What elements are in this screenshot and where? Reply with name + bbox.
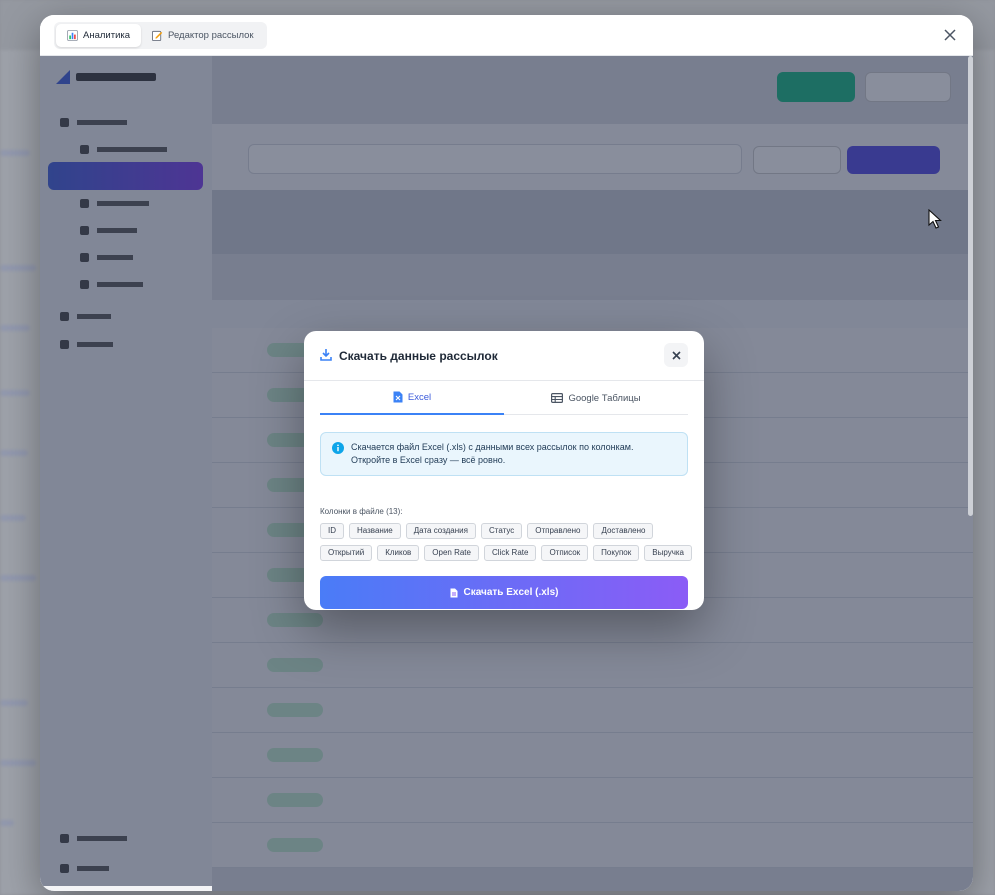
column-chip: ID xyxy=(320,523,344,539)
download-excel-button[interactable]: Скачать Excel (.xls) xyxy=(320,576,688,609)
column-chip: Выручка xyxy=(644,545,692,561)
download-modal: Скачать данные рассылок Excel Google Таб… xyxy=(304,331,704,610)
download-icon xyxy=(320,349,332,361)
vertical-scrollbar[interactable] xyxy=(968,56,973,516)
mouse-cursor-icon xyxy=(928,209,942,229)
column-chip: Дата создания xyxy=(405,523,476,539)
column-chip: Покупок xyxy=(593,545,640,561)
tab-google-sheets[interactable]: Google Таблицы xyxy=(504,381,688,415)
modal-header: Скачать данные рассылок xyxy=(304,331,704,381)
download-excel-label: Скачать Excel (.xls) xyxy=(463,587,559,598)
edit-icon xyxy=(152,30,163,41)
columns-row-1: ID Название Дата создания Статус Отправлено Д… xyxy=(320,523,654,539)
column-chip: Доставлено xyxy=(593,523,654,539)
tab-excel[interactable]: Excel xyxy=(320,381,504,415)
file-icon xyxy=(450,588,457,597)
window-title-bar: Аналитика Редактор рассылок xyxy=(40,15,973,56)
window-close-icon[interactable] xyxy=(941,26,959,44)
tab-google-sheets-label: Google Таблицы xyxy=(568,392,641,404)
tab-mail-editor[interactable]: Редактор рассылок xyxy=(141,24,265,47)
column-chip: Открытий xyxy=(320,545,373,561)
chart-icon xyxy=(67,30,78,41)
column-chip: Название xyxy=(349,523,401,539)
tab-analytics-label: Аналитика xyxy=(83,30,131,41)
tab-excel-label: Excel xyxy=(407,391,432,403)
column-chip: Отправлено xyxy=(527,523,589,539)
columns-label: Колонки в файле (13): xyxy=(320,507,403,516)
modal-title: Скачать данные рассылок xyxy=(339,349,498,363)
excel-file-icon xyxy=(393,391,403,403)
columns-row-2: Открытий Кликов Open Rate Click Rate Отписок… xyxy=(320,545,692,561)
close-icon xyxy=(671,350,681,360)
info-text-line2: Откройте в Excel сразу — всё ровно. xyxy=(351,455,506,465)
column-chip: Отписок xyxy=(541,545,589,561)
column-chip: Open Rate xyxy=(424,545,479,561)
tab-mail-editor-label: Редактор рассылок xyxy=(168,30,254,41)
app-window: Аналитика Редактор рассылок Скачать данн… xyxy=(40,15,973,891)
format-tabs: Excel Google Таблицы xyxy=(320,381,688,415)
info-box: Скачается файл Excel (.xls) с данными вс… xyxy=(320,432,688,476)
column-chip: Статус xyxy=(480,523,523,539)
table-icon xyxy=(551,393,564,403)
modal-close-button[interactable] xyxy=(664,343,688,367)
tab-analytics[interactable]: Аналитика xyxy=(56,24,142,47)
info-text-line1: Скачается файл Excel (.xls) с данными вс… xyxy=(351,442,634,452)
column-chip: Кликов xyxy=(377,545,420,561)
info-icon xyxy=(332,442,344,454)
column-chip: Click Rate xyxy=(483,545,537,561)
horizontal-scrollbar[interactable] xyxy=(40,886,212,891)
window-tabs: Аналитика Редактор рассылок xyxy=(54,22,267,49)
